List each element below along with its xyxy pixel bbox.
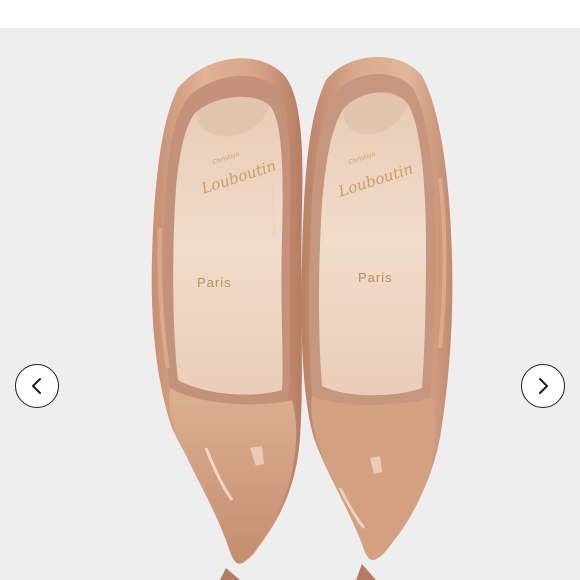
shoe-pair-illustration	[151, 56, 453, 580]
chevron-left-icon	[32, 378, 41, 394]
right-heel-tip	[356, 564, 376, 580]
previous-image-button[interactable]	[15, 364, 59, 408]
product-gallery: Christian Louboutin Paris Christian Loub…	[0, 0, 580, 580]
right-shoe	[301, 56, 453, 561]
product-photo: Christian Louboutin Paris Christian Loub…	[0, 28, 580, 580]
next-image-button[interactable]	[521, 364, 565, 408]
left-insole-paris: Paris	[197, 275, 232, 290]
left-heel-tip	[220, 568, 240, 580]
right-insole-paris: Paris	[358, 270, 393, 285]
left-shoe	[151, 58, 303, 564]
chevron-right-icon	[539, 378, 548, 394]
